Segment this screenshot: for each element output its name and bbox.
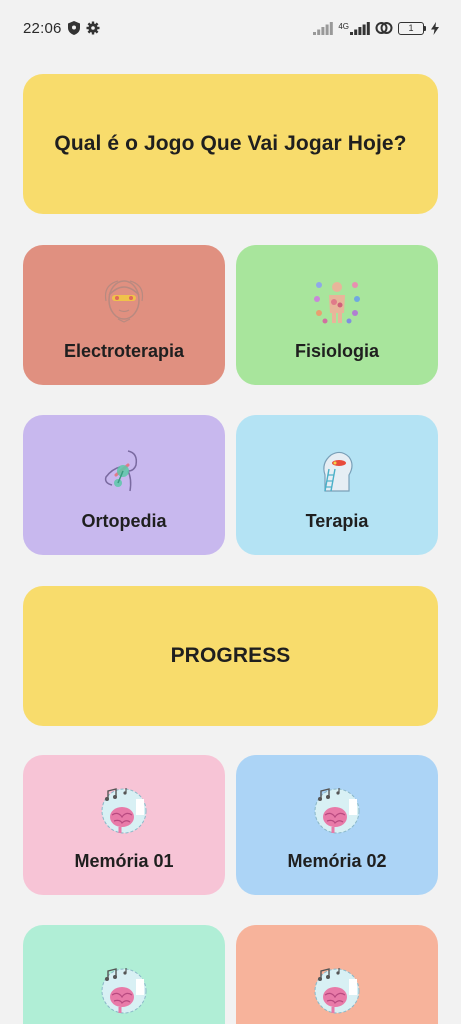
status-bar: 22:06 4G 1 (0, 0, 461, 56)
signal-icon (313, 21, 334, 35)
battery-icon: 1 (398, 21, 426, 35)
game-card-ortopedia[interactable]: Ortopedia (23, 415, 225, 555)
link-icon (375, 22, 393, 34)
game-label: Memória 02 (287, 850, 387, 871)
game-label: Ortopedia (81, 510, 167, 531)
signal-icon-2 (350, 21, 370, 35)
network-label: 4G (338, 21, 349, 31)
memory-brain-music-icon (314, 968, 360, 1014)
game-label: Electroterapia (63, 340, 185, 361)
game-label: Memória 01 (74, 850, 174, 871)
memory-brain-music-icon (101, 787, 147, 833)
page-title: Qual é o Jogo Que Vai Jogar Hoje? (54, 132, 407, 155)
game-label: Terapia (305, 510, 369, 531)
progress-title: PROGRESS (170, 644, 291, 667)
battery-nub (424, 25, 426, 31)
electrotherapy-face-icon (104, 279, 144, 323)
charging-bolt-icon (431, 21, 439, 35)
game-card-terapia[interactable]: Terapia (236, 415, 438, 555)
game-label: Fisiologia (294, 340, 379, 361)
status-left: 22:06 (23, 20, 100, 37)
memory-card-02[interactable]: Memória 02 (236, 755, 438, 895)
progress-button[interactable]: PROGRESS (23, 586, 438, 726)
memory-brain-music-icon (101, 968, 147, 1014)
memory-card-03[interactable] (23, 925, 225, 1024)
memory-card-04[interactable] (236, 925, 438, 1024)
header-banner: Qual é o Jogo Que Vai Jogar Hoje? (23, 74, 438, 214)
game-card-fisiologia[interactable]: Fisiologia (236, 245, 438, 385)
status-right: 4G 1 (313, 21, 439, 35)
gear-icon (86, 21, 100, 35)
orthopedics-neck-icon (104, 449, 138, 491)
therapy-head-ladder-icon (323, 451, 353, 492)
physiology-body-icon (314, 281, 360, 323)
status-time: 22:06 (23, 19, 62, 37)
memory-card-01[interactable]: Memória 01 (23, 755, 225, 895)
shield-icon (67, 21, 80, 35)
network-type: 4G (338, 21, 370, 35)
game-card-electroterapia[interactable]: Electroterapia (23, 245, 225, 385)
memory-brain-music-icon (314, 787, 360, 833)
battery-level: 1 (398, 21, 424, 35)
